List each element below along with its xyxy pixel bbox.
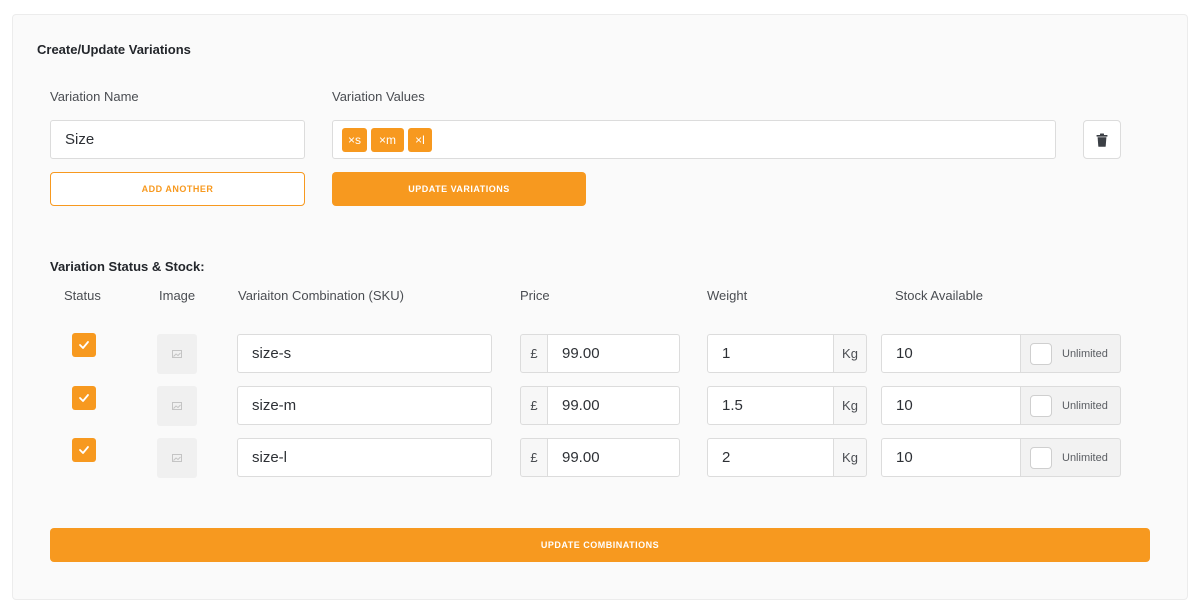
variation-tag[interactable]: ×s <box>342 128 367 152</box>
variation-values-label: Variation Values <box>332 89 425 104</box>
currency-addon: £ <box>520 438 548 477</box>
weight-value: 1 <box>722 345 731 362</box>
unlimited-toggle[interactable]: Unlimited <box>1021 438 1121 477</box>
unlimited-checkbox[interactable] <box>1030 394 1052 417</box>
column-header-stock: Stock Available <box>895 288 983 303</box>
image-icon <box>172 350 182 358</box>
variation-name-value: Size <box>65 131 95 148</box>
column-header-price: Price <box>520 288 550 303</box>
image-icon <box>172 454 182 462</box>
unlimited-label: Unlimited <box>1062 451 1108 464</box>
unlimited-checkbox[interactable] <box>1030 342 1052 365</box>
price-value: 99.00 <box>562 449 600 466</box>
unlimited-checkbox[interactable] <box>1030 446 1052 469</box>
weight-input[interactable]: 1.5 <box>707 386 834 425</box>
unlimited-label: Unlimited <box>1062 399 1108 412</box>
currency-addon: £ <box>520 334 548 373</box>
sku-input[interactable]: size-l <box>237 438 492 477</box>
form-title: Create/Update Variations <box>37 42 191 57</box>
sku-value: size-s <box>252 345 292 362</box>
column-header-weight: Weight <box>707 288 748 303</box>
sku-input[interactable]: size-m <box>237 386 492 425</box>
status-checkbox[interactable] <box>72 438 96 462</box>
column-header-image: Image <box>159 288 196 303</box>
variation-name-input[interactable]: Size <box>50 120 305 159</box>
checkmark-icon <box>79 446 89 454</box>
stock-input[interactable]: 10 <box>881 334 1021 373</box>
update-combinations-button[interactable]: UPDATE COMBINATIONS <box>50 528 1150 562</box>
currency-addon: £ <box>520 386 548 425</box>
column-header-status: Status <box>64 288 101 303</box>
variation-tag[interactable]: ×l <box>408 128 432 152</box>
unlimited-toggle[interactable]: Unlimited <box>1021 334 1121 373</box>
trash-icon <box>1096 133 1108 147</box>
variation-image[interactable] <box>157 386 197 426</box>
stock-section-title: Variation Status & Stock: <box>50 259 205 274</box>
variation-values-input[interactable]: ×s ×m ×l <box>332 120 1056 159</box>
add-another-button[interactable]: ADD ANOTHER <box>50 172 305 206</box>
stock-value: 10 <box>896 449 913 466</box>
stock-input[interactable]: 10 <box>881 386 1021 425</box>
weight-unit-addon: Kg <box>833 438 867 477</box>
checkmark-icon <box>79 341 89 349</box>
stock-value: 10 <box>896 345 913 362</box>
stock-value: 10 <box>896 397 913 414</box>
image-icon <box>172 402 182 410</box>
price-value: 99.00 <box>562 397 600 414</box>
weight-unit-addon: Kg <box>833 334 867 373</box>
price-input[interactable]: 99.00 <box>547 386 680 425</box>
checkmark-icon <box>79 394 89 402</box>
variation-tag[interactable]: ×m <box>371 128 404 152</box>
update-variations-button[interactable]: UPDATE VARIATIONS <box>332 172 586 206</box>
status-checkbox[interactable] <box>72 333 96 357</box>
variation-image[interactable] <box>157 334 197 374</box>
weight-value: 1.5 <box>722 397 743 414</box>
variations-card <box>12 14 1188 600</box>
variation-image[interactable] <box>157 438 197 478</box>
unlimited-toggle[interactable]: Unlimited <box>1021 386 1121 425</box>
sku-value: size-l <box>252 449 288 466</box>
weight-value: 2 <box>722 449 731 466</box>
variation-name-label: Variation Name <box>50 89 139 104</box>
sku-input[interactable]: size-s <box>237 334 492 373</box>
unlimited-label: Unlimited <box>1062 347 1108 360</box>
price-input[interactable]: 99.00 <box>547 438 680 477</box>
stock-input[interactable]: 10 <box>881 438 1021 477</box>
price-input[interactable]: 99.00 <box>547 334 680 373</box>
price-value: 99.00 <box>562 345 600 362</box>
sku-value: size-m <box>252 397 297 414</box>
status-checkbox[interactable] <box>72 386 96 410</box>
column-header-sku: Variaiton Combination (SKU) <box>238 288 404 303</box>
weight-input[interactable]: 2 <box>707 438 834 477</box>
weight-input[interactable]: 1 <box>707 334 834 373</box>
delete-variation-button[interactable] <box>1083 120 1121 159</box>
weight-unit-addon: Kg <box>833 386 867 425</box>
